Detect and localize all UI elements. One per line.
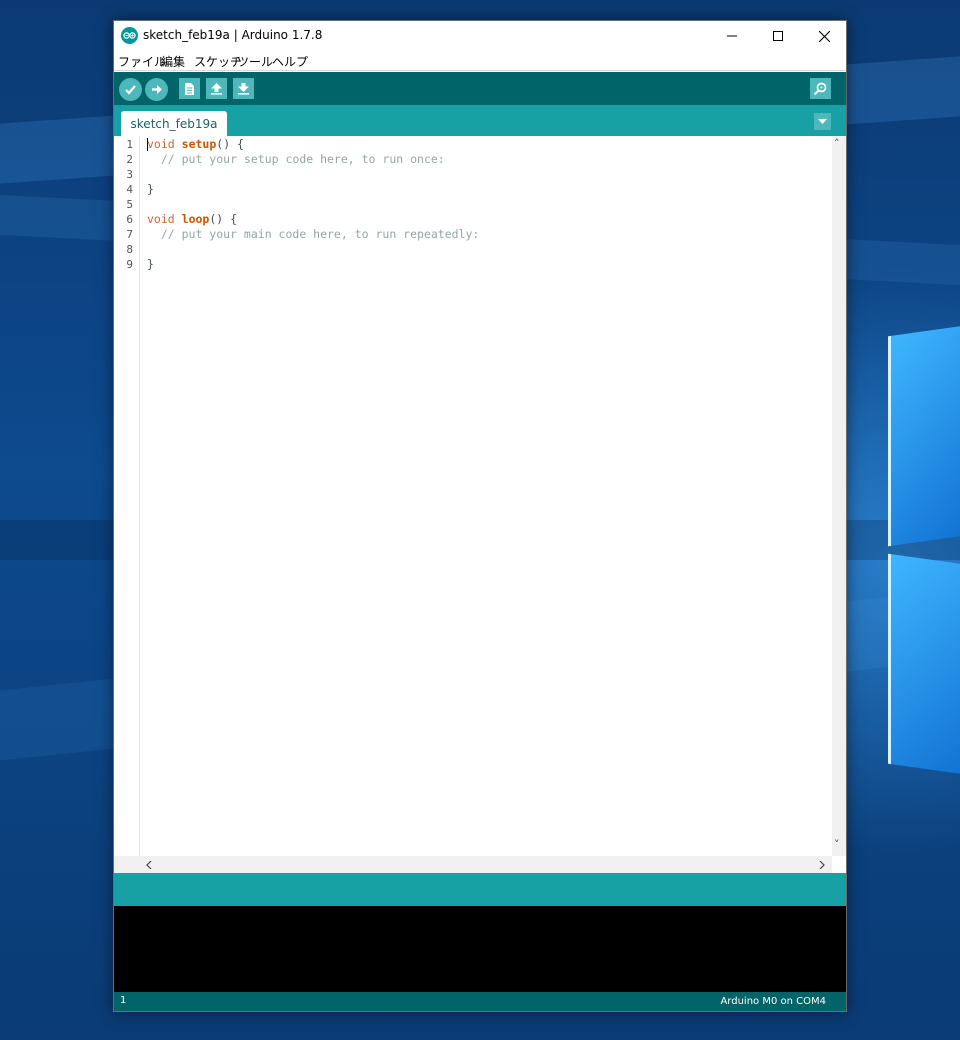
tab-label: sketch_feb19a <box>130 116 218 131</box>
toolbar <box>114 72 846 105</box>
title-bar[interactable]: sketch_feb19a | Arduino 1.7.8 <box>114 21 846 51</box>
code-line[interactable]: void setup() { <box>147 137 244 152</box>
minimize-button[interactable] <box>709 21 755 51</box>
line-number: 5 <box>126 198 133 211</box>
code-token: void <box>147 212 175 226</box>
code-editor[interactable]: 1 2 3 4 5 6 7 8 9 void setup() { // put … <box>114 136 846 873</box>
menu-file[interactable]: ファイル <box>118 53 166 70</box>
code-line[interactable]: void loop() { <box>147 212 237 227</box>
tab-bar: sketch_feb19a <box>114 105 846 136</box>
text-cursor <box>147 138 148 151</box>
open-icon <box>211 83 222 95</box>
line-number: 6 <box>126 213 133 226</box>
code-token: setup <box>181 137 217 151</box>
line-number: 1 <box>126 138 133 151</box>
arduino-ide-window: sketch_feb19a | Arduino 1.7.8 ファイル 編集 スケ… <box>113 20 847 1012</box>
chevron-down-icon <box>818 118 827 124</box>
code-line[interactable]: } <box>147 182 154 197</box>
code-token: // put your main code here, to run repea… <box>147 227 480 241</box>
code-token: () { <box>209 212 238 226</box>
save-sketch-button[interactable] <box>233 78 254 99</box>
code-line[interactable]: // put your setup code here, to run once… <box>147 152 445 167</box>
new-icon <box>185 82 194 95</box>
line-number-gutter: 1 2 3 4 5 6 7 8 9 <box>114 136 140 873</box>
scroll-left-icon[interactable] <box>146 861 152 869</box>
maximize-button[interactable] <box>755 21 801 51</box>
line-number: 4 <box>126 183 133 196</box>
status-bar: 1 Arduino M0 on COM4 <box>114 992 846 1011</box>
scroll-down-icon[interactable]: ˅ <box>834 838 840 851</box>
code-line[interactable]: // put your main code here, to run repea… <box>147 227 480 242</box>
close-button[interactable] <box>801 21 847 51</box>
scroll-right-icon[interactable] <box>819 861 825 869</box>
save-icon <box>238 83 249 95</box>
serial-monitor-button[interactable] <box>810 78 831 99</box>
status-line-number: 1 <box>120 995 127 1006</box>
upload-button[interactable] <box>145 78 168 101</box>
code-token: loop <box>181 212 210 226</box>
minimize-icon <box>727 35 737 37</box>
line-number: 2 <box>126 153 133 166</box>
line-number: 8 <box>126 243 133 256</box>
message-bar <box>114 873 846 906</box>
scroll-up-icon[interactable]: ˄ <box>834 137 840 150</box>
upload-icon <box>152 85 162 94</box>
code-line[interactable]: } <box>147 257 154 272</box>
status-board-port: Arduino M0 on COM4 <box>720 996 826 1007</box>
maximize-icon <box>773 31 783 41</box>
verify-button[interactable] <box>119 78 142 101</box>
serial-monitor-icon <box>813 82 827 96</box>
horizontal-scrollbar[interactable] <box>114 856 832 873</box>
menu-edit[interactable]: 編集 <box>161 53 185 70</box>
line-number: 7 <box>126 228 133 241</box>
windows-logo-pane <box>888 323 960 547</box>
arduino-logo-icon <box>121 27 138 44</box>
code-token: } <box>147 257 154 271</box>
code-token: } <box>147 182 154 196</box>
tab-menu-button[interactable] <box>814 113 831 130</box>
open-sketch-button[interactable] <box>206 78 227 99</box>
line-number: 9 <box>126 258 133 271</box>
new-sketch-button[interactable] <box>179 78 200 99</box>
menu-tools[interactable]: ツール <box>237 53 273 70</box>
code-token: () { <box>216 137 244 151</box>
code-token: void <box>147 137 175 151</box>
menu-help[interactable]: ヘルプ <box>272 53 308 70</box>
close-icon <box>818 30 830 42</box>
tab-sketch[interactable]: sketch_feb19a <box>121 111 227 136</box>
vertical-scrollbar[interactable]: ˄ ˅ <box>832 136 846 856</box>
line-number: 3 <box>126 168 133 181</box>
menu-bar: ファイル 編集 スケッチ ツール ヘルプ <box>114 51 846 71</box>
code-token: // put your setup code here, to run once… <box>147 152 445 166</box>
verify-icon <box>125 85 136 95</box>
windows-logo-pane <box>888 553 960 777</box>
menu-sketch[interactable]: スケッチ <box>194 53 242 70</box>
console-output[interactable] <box>114 906 846 992</box>
window-title: sketch_feb19a | Arduino 1.7.8 <box>143 28 323 42</box>
